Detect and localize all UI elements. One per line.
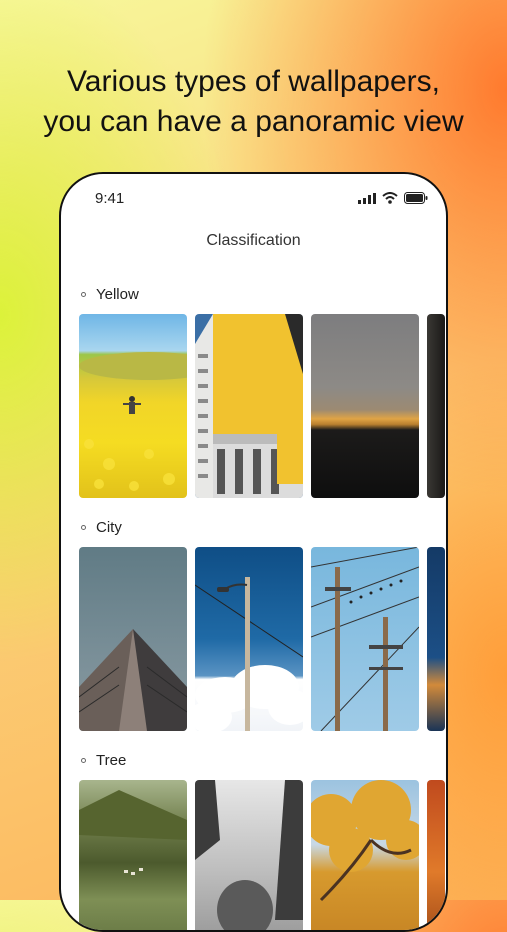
bullet-icon xyxy=(81,757,86,763)
forest-shape xyxy=(195,780,303,930)
wallpaper-row-city xyxy=(79,547,445,731)
wallpaper-thumbnail-rapeseed-field[interactable] xyxy=(79,314,187,498)
section-label: Tree xyxy=(96,751,127,769)
phone-frame: 9:41 Classification Yellow City Tree xyxy=(59,172,448,932)
wallpaper-row-tree xyxy=(79,780,445,930)
valley-shape xyxy=(79,790,187,875)
headline: Various types of wallpapers, you can hav… xyxy=(0,62,507,142)
streetlight-shape xyxy=(195,577,303,731)
wallpaper-thumbnail-streetlight[interactable] xyxy=(195,547,303,731)
building-shape xyxy=(195,314,303,498)
wallpaper-thumbnail-autumn-tree[interactable] xyxy=(311,780,419,930)
section-label: Yellow xyxy=(96,285,139,303)
status-time: 9:41 xyxy=(95,190,125,207)
headline-line-1: Various types of wallpapers, xyxy=(67,65,440,98)
bullet-icon xyxy=(81,524,86,530)
section-label: City xyxy=(96,518,122,536)
wallpaper-thumbnail-mountain-valley[interactable] xyxy=(79,780,187,930)
section-tree: Tree xyxy=(81,750,126,770)
cellular-signal-icon xyxy=(358,192,376,204)
wallpaper-thumbnail-skyscraper[interactable] xyxy=(79,547,187,731)
wallpaper-thumbnail-yellow-building[interactable] xyxy=(195,314,303,498)
page-title: Classification xyxy=(206,232,301,249)
wallpaper-thumbnail-autumn-leaves[interactable] xyxy=(427,780,445,930)
section-yellow: Yellow xyxy=(81,284,139,304)
wallpaper-row-yellow xyxy=(79,314,445,498)
wallpaper-thumbnail-city-lights[interactable] xyxy=(427,547,445,731)
person-in-field xyxy=(79,352,187,491)
power-poles-shape xyxy=(311,547,419,731)
skyscraper-shape xyxy=(79,629,187,731)
wallpaper-thumbnail-power-poles[interactable] xyxy=(311,547,419,731)
headline-line-2: you can have a panoramic view xyxy=(43,105,464,138)
wallpaper-thumbnail-misty-forest[interactable] xyxy=(195,780,303,930)
section-city: City xyxy=(81,517,122,537)
battery-icon xyxy=(404,192,428,204)
status-bar: 9:41 xyxy=(61,174,446,224)
bullet-icon xyxy=(81,291,86,297)
autumn-tree-shape xyxy=(311,780,419,902)
wallpaper-thumbnail-sunset[interactable] xyxy=(311,314,419,498)
wifi-icon xyxy=(382,192,398,204)
wallpaper-thumbnail-dark-window[interactable] xyxy=(427,314,445,498)
